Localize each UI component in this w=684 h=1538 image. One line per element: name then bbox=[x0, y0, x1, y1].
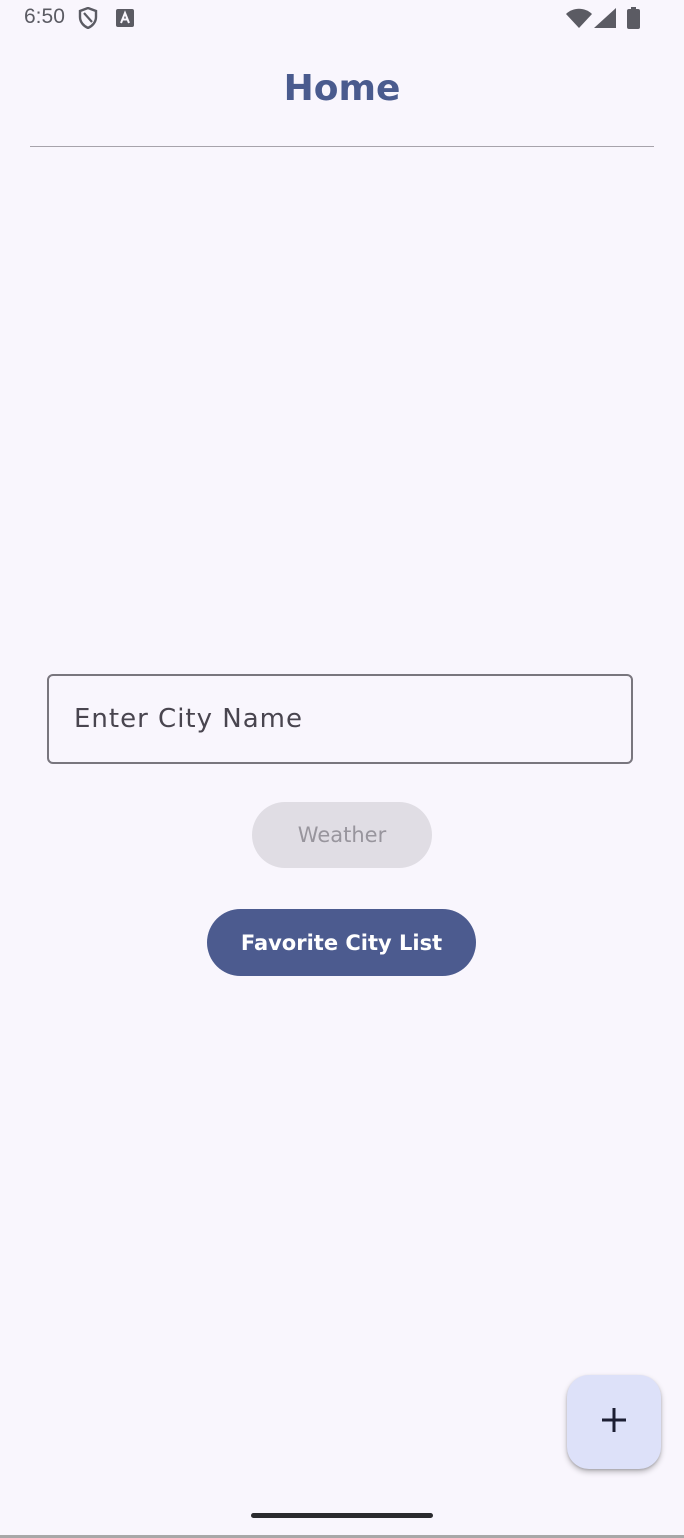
cell-signal-icon bbox=[594, 8, 616, 33]
status-bar: 6:50 bbox=[0, 0, 684, 36]
weather-button[interactable]: Weather bbox=[252, 802, 432, 868]
plus-icon bbox=[600, 1406, 628, 1439]
favorite-city-list-button[interactable]: Favorite City List bbox=[207, 909, 476, 976]
header-divider bbox=[30, 146, 654, 147]
page-title: Home bbox=[283, 68, 401, 109]
gesture-nav-handle[interactable] bbox=[251, 1513, 433, 1518]
battery-icon bbox=[627, 7, 640, 34]
wifi-icon bbox=[566, 8, 592, 33]
text-a-icon bbox=[116, 9, 134, 32]
add-fab-button[interactable] bbox=[567, 1375, 661, 1469]
shield-icon bbox=[78, 6, 98, 34]
city-name-input[interactable] bbox=[47, 674, 633, 764]
status-time: 6:50 bbox=[24, 5, 65, 28]
